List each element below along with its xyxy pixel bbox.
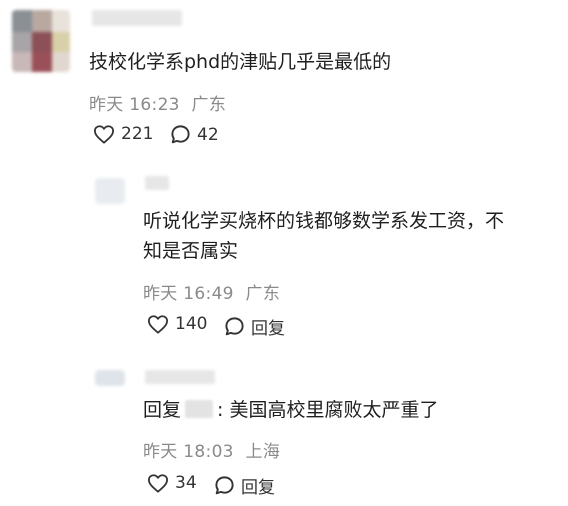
comment-icon [225, 317, 244, 336]
avatar[interactable] [95, 178, 125, 204]
avatar[interactable] [12, 10, 70, 72]
like-button[interactable]: 140 [147, 314, 207, 334]
like-button[interactable]: 34 [147, 473, 197, 493]
reply-button[interactable]: 回复 [214, 473, 275, 498]
like-count: 221 [121, 124, 154, 144]
comment-1: 技校化学系phd的津贴几乎是最低的 昨天 16:23 广东 221 42 [0, 0, 568, 160]
mentioned-username[interactable] [185, 400, 214, 418]
comment-meta: 昨天 16:23 广东 [89, 90, 226, 115]
reply-prefix: 回复 [143, 399, 182, 421]
username[interactable] [92, 10, 182, 26]
comment-text: 回复 : 美国高校里腐败太严重了 [143, 395, 438, 425]
comment-time: 昨天 18:03 [143, 442, 234, 462]
reply-count: 42 [197, 124, 219, 145]
comment-2: 听说化学买烧杯的钱都够数学系发工资，不 知是否属实 昨天 16:49 广东 14… [0, 160, 568, 340]
like-count: 34 [175, 473, 197, 493]
comment-text-line-2: 知是否属实 [143, 240, 239, 262]
comment-body: : 美国高校里腐败太严重了 [217, 399, 439, 421]
heart-icon [94, 125, 114, 144]
comment-location: 上海 [245, 442, 281, 462]
comment-icon [171, 125, 190, 144]
username[interactable] [145, 176, 169, 190]
comment-time: 昨天 16:23 [89, 95, 180, 115]
comment-time: 昨天 16:49 [143, 284, 234, 304]
comment-meta: 昨天 16:49 广东 [143, 279, 280, 304]
heart-icon [148, 474, 168, 493]
username[interactable] [145, 370, 215, 384]
comment-text: 技校化学系phd的津贴几乎是最低的 [89, 51, 392, 73]
reply-button[interactable]: 42 [170, 124, 219, 145]
reply-label: 回复 [241, 478, 275, 498]
comment-icon [215, 476, 234, 495]
comment-location: 广东 [191, 95, 227, 115]
comment-text-line-1: 听说化学买烧杯的钱都够数学系发工资，不 [143, 210, 505, 232]
avatar[interactable] [95, 370, 125, 386]
comment-location: 广东 [245, 284, 281, 304]
reply-label: 回复 [251, 319, 285, 339]
comment-text: 听说化学买烧杯的钱都够数学系发工资，不 知是否属实 [143, 206, 504, 266]
heart-icon [148, 315, 168, 334]
comment-3: 回复 : 美国高校里腐败太严重了 昨天 18:03 上海 34 回复 [0, 340, 568, 506]
comment-meta: 昨天 18:03 上海 [143, 437, 280, 462]
like-button[interactable]: 221 [93, 124, 153, 144]
reply-button[interactable]: 回复 [224, 314, 285, 339]
like-count: 140 [175, 314, 208, 334]
